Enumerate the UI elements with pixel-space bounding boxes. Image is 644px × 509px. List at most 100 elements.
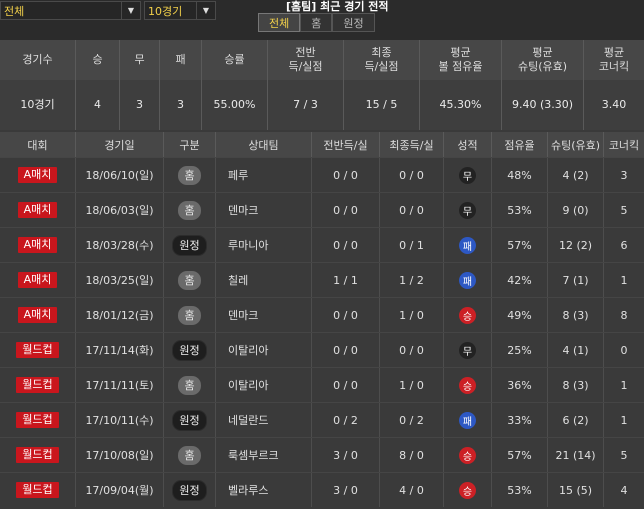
table-row[interactable]: 월드컵 17/11/11(토) 홈 이탈리아 0 / 01 / 0 승 36% 8 (3) 1: [0, 367, 644, 402]
cell-shots: 6 (2): [548, 403, 604, 437]
col-header-opponent[interactable]: 상대팀: [216, 132, 312, 157]
col-header-possession[interactable]: 점유율: [492, 132, 548, 157]
opponent-link[interactable]: 페루: [228, 167, 248, 183]
col-header-date[interactable]: 경기일: [76, 132, 164, 157]
cell-result: 패: [444, 228, 492, 262]
match-table: 대회 경기일 구분 상대팀 전반득/실 최종득/실 성적 점유율 슈팅(유효) 코너킥 A매치 18…: [0, 132, 644, 507]
competition-badge[interactable]: A매치: [17, 237, 58, 253]
opponent-link[interactable]: 네덜란드: [228, 412, 268, 428]
cell-result: 승: [444, 298, 492, 332]
col-header-half[interactable]: 전반득/실: [312, 132, 380, 157]
result-badge: 무: [459, 166, 476, 184]
result-badge: 승: [459, 481, 476, 499]
opponent-link[interactable]: 룩셈부르크: [228, 447, 279, 463]
summary-value-losses: 3: [160, 80, 202, 130]
table-row[interactable]: A매치 18/03/25(일) 홈 칠레 1 / 11 / 2 패 42% 7 (1) 1: [0, 262, 644, 297]
cell-date: 18/06/03(일): [76, 193, 164, 227]
opponent-link[interactable]: 덴마크: [228, 307, 258, 323]
match-table-header: 대회 경기일 구분 상대팀 전반득/실 최종득/실 성적 점유율 슈팅(유효) 코너킥: [0, 132, 644, 157]
cell-possession: 49%: [492, 298, 548, 332]
page-title: [홈팀] 최근 경기 전적: [286, 0, 389, 13]
table-row[interactable]: A매치 18/06/10(일) 홈 페루 0 / 00 / 0 무 48% 4 (2) 3: [0, 157, 644, 192]
opponent-link[interactable]: 이탈리아: [228, 342, 268, 358]
cell-corners: 4: [620, 483, 628, 497]
competition-badge[interactable]: 월드컵: [16, 447, 59, 463]
cell-opponent: 칠레: [216, 263, 312, 297]
cell-final-score: 1 / 0: [380, 368, 444, 402]
cell-final-score: 8 / 0: [380, 438, 444, 472]
cell-division: 홈: [164, 368, 216, 402]
table-row[interactable]: 월드컵 17/11/14(화) 원정 이탈리아 0 / 00 / 0 무 25% 4 (1) 0: [0, 332, 644, 367]
summary-value-wins: 4: [76, 80, 120, 130]
cell-corners: 6: [620, 238, 628, 252]
opponent-link[interactable]: 덴마크: [228, 202, 258, 218]
col-header-corners[interactable]: 코너킥: [604, 132, 644, 157]
scope-select-value: 전체: [4, 5, 25, 18]
summary-header-avg-shots: 평균 슈팅(유효): [502, 40, 584, 80]
tab-all[interactable]: 전체: [258, 13, 301, 32]
chevron-down-icon[interactable]: ▼: [196, 2, 215, 19]
cell-corners: 1: [620, 413, 628, 427]
tab-home[interactable]: 홈: [300, 13, 333, 32]
cell-division: 홈: [164, 263, 216, 297]
cell-division: 홈: [164, 298, 216, 332]
summary-header-draws: 무: [120, 40, 160, 80]
cell-possession: 57%: [492, 228, 548, 262]
cell-date: 17/10/11(수): [76, 403, 164, 437]
col-header-result[interactable]: 성적: [444, 132, 492, 157]
cell-date: 17/11/14(화): [76, 333, 164, 367]
cell-final-score: 0 / 0: [380, 158, 444, 192]
cell-opponent: 이탈리아: [216, 368, 312, 402]
opponent-link[interactable]: 이탈리아: [228, 377, 268, 393]
col-header-shots[interactable]: 슈팅(유효): [548, 132, 604, 157]
cell-corners: 1: [620, 273, 628, 287]
col-header-final[interactable]: 최종득/실: [380, 132, 444, 157]
cell-competition: 월드컵: [0, 473, 76, 507]
competition-badge[interactable]: 월드컵: [16, 482, 59, 498]
competition-badge[interactable]: 월드컵: [16, 377, 59, 393]
table-row[interactable]: A매치 18/03/28(수) 원정 루마니아 0 / 00 / 1 패 57% 12 (2)…: [0, 227, 644, 262]
summary-value-avg-corners: 3.40: [601, 98, 627, 111]
summary-value-avg-shots: 9.40 (3.30): [502, 80, 584, 130]
games-select[interactable]: 10경기 ▼: [144, 1, 216, 20]
competition-badge[interactable]: A매치: [17, 167, 58, 183]
cell-competition: A매치: [0, 158, 76, 192]
cell-division: 원정: [164, 228, 216, 262]
summary-value-row: 10경기 4 3 3 55.00% 7 / 3 15 / 5 45.30% 9.40 (3.30…: [0, 80, 644, 130]
col-header-division[interactable]: 구분: [164, 132, 216, 157]
opponent-link[interactable]: 루마니아: [228, 237, 268, 253]
col-header-competition[interactable]: 대회: [0, 132, 76, 157]
table-row[interactable]: 월드컵 17/09/04(월) 원정 벨라루스 3 / 04 / 0 승 53% 15 (5)…: [0, 472, 644, 507]
top-filter-bar: 전체 ▼ 10경기 ▼ [홈팀] 최근 경기 전적 전체 홈 원정: [0, 0, 644, 40]
table-row[interactable]: 월드컵 17/10/11(수) 원정 네덜란드 0 / 20 / 2 패 33% 6 (2) 1: [0, 402, 644, 437]
cell-division: 홈: [164, 158, 216, 192]
opponent-link[interactable]: 벨라루스: [228, 482, 268, 498]
scope-select[interactable]: 전체 ▼: [0, 1, 141, 20]
summary-table: 경기수 승 무 패 승률 전반 득/실점 최종 득/실점 평균 볼 점유율 평균 슈팅(유효) 평…: [0, 40, 644, 130]
summary-header-games: 경기수: [0, 40, 76, 80]
cell-date: 17/10/08(일): [76, 438, 164, 472]
cell-competition: 월드컵: [0, 333, 76, 367]
competition-badge[interactable]: A매치: [17, 272, 58, 288]
cell-corners: 1: [620, 378, 628, 392]
division-badge: 홈: [178, 270, 201, 290]
summary-value-final-goals: 15 / 5: [344, 80, 420, 130]
competition-badge[interactable]: 월드컵: [16, 412, 59, 428]
table-row[interactable]: 월드컵 17/10/08(일) 홈 룩셈부르크 3 / 08 / 0 승 57% 21 (14…: [0, 437, 644, 472]
competition-badge[interactable]: A매치: [17, 307, 58, 323]
opponent-link[interactable]: 칠레: [228, 272, 248, 288]
cell-date: 18/06/10(일): [76, 158, 164, 192]
table-row[interactable]: A매치 18/01/12(금) 홈 덴마크 0 / 01 / 0 승 49% 8 (3) 8: [0, 297, 644, 332]
competition-badge[interactable]: A매치: [17, 202, 58, 218]
cell-date: 18/03/25(일): [76, 263, 164, 297]
cell-half-score: 0 / 0: [312, 158, 380, 192]
division-badge: 홈: [178, 375, 201, 395]
tab-away[interactable]: 원정: [332, 13, 375, 32]
table-row[interactable]: A매치 18/06/03(일) 홈 덴마크 0 / 00 / 0 무 53% 9 (0) 5: [0, 192, 644, 227]
cell-half-score: 3 / 0: [312, 438, 380, 472]
competition-badge[interactable]: 월드컵: [16, 342, 59, 358]
cell-corners: 8: [620, 308, 628, 322]
summary-value-win-rate: 55.00%: [202, 80, 268, 130]
chevron-down-icon[interactable]: ▼: [121, 2, 140, 19]
cell-possession: 33%: [492, 403, 548, 437]
